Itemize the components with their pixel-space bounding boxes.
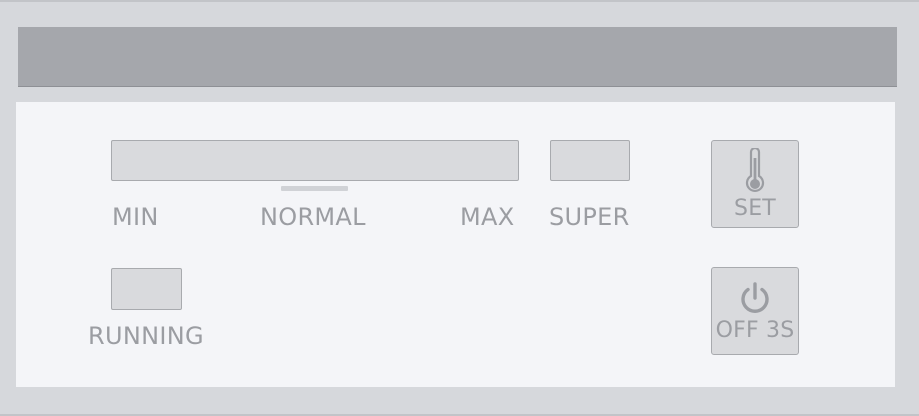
power-icon <box>737 280 773 316</box>
normal-label: NORMAL <box>260 203 366 231</box>
set-button-label: SET <box>734 196 776 221</box>
power-off-button[interactable]: OFF 3S <box>711 267 799 355</box>
normal-level-marker <box>281 186 348 191</box>
thermometer-icon <box>742 146 768 194</box>
level-indicator-bar <box>111 140 519 181</box>
set-button[interactable]: SET <box>711 140 799 228</box>
running-label: RUNNING <box>88 322 204 350</box>
top-status-bar <box>18 27 897 87</box>
running-indicator <box>111 268 182 310</box>
power-off-button-label: OFF 3S <box>715 318 795 343</box>
max-label: MAX <box>460 203 515 231</box>
super-label: SUPER <box>549 203 630 231</box>
min-label: MIN <box>112 203 159 231</box>
super-indicator <box>550 140 630 181</box>
